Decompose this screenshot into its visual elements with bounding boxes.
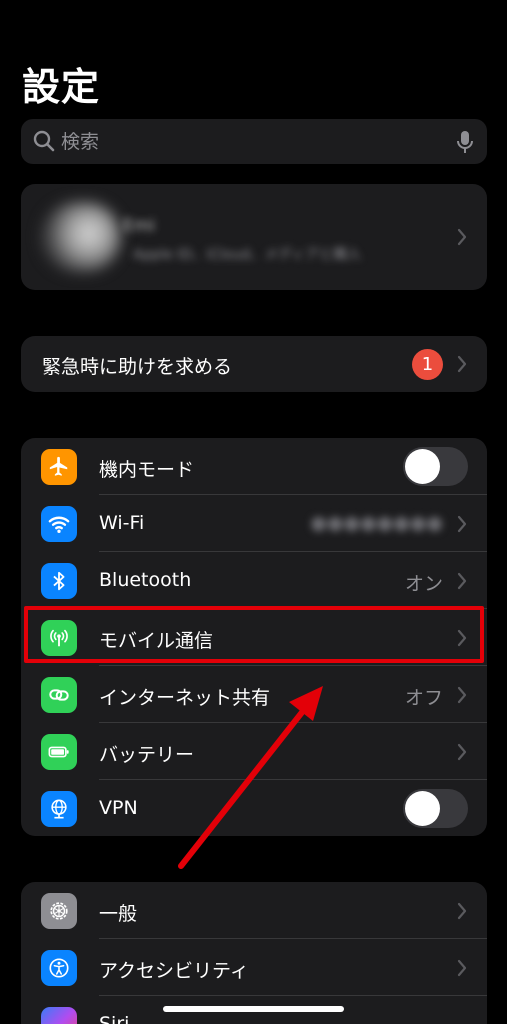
home-indicator[interactable] bbox=[163, 1006, 344, 1012]
microphone-icon[interactable] bbox=[457, 130, 473, 154]
notification-badge: 1 bbox=[412, 349, 443, 380]
page-title: 設定 bbox=[22, 65, 101, 109]
row-label: バッテリー bbox=[99, 744, 195, 766]
row-label: Siri bbox=[99, 1013, 130, 1024]
highlight-box bbox=[24, 606, 484, 663]
airplane-mode-toggle[interactable] bbox=[403, 447, 468, 486]
battery-icon bbox=[41, 734, 77, 770]
settings-row-airplane-mode[interactable]: 機内モード bbox=[21, 438, 487, 495]
settings-row-bluetooth[interactable]: Bluetooth オン bbox=[21, 552, 487, 609]
settings-row-personal-hotspot[interactable]: インターネット共有 オフ bbox=[21, 666, 487, 723]
search-input[interactable] bbox=[61, 119, 441, 164]
profile-name: Emi bbox=[123, 216, 156, 236]
row-label: 一般 bbox=[99, 903, 138, 925]
globe-icon bbox=[41, 791, 77, 827]
wifi-icon bbox=[41, 506, 77, 542]
chevron-right-icon bbox=[457, 355, 467, 373]
link-icon bbox=[41, 677, 77, 713]
row-value: オフ bbox=[404, 687, 443, 709]
gear-icon bbox=[41, 893, 77, 929]
chevron-right-icon bbox=[457, 743, 467, 761]
accessibility-icon bbox=[41, 950, 77, 986]
settings-row-battery[interactable]: バッテリー bbox=[21, 723, 487, 780]
chevron-right-icon bbox=[457, 228, 467, 246]
row-label: インターネット共有 bbox=[99, 687, 271, 709]
row-label: 機内モード bbox=[99, 459, 195, 481]
search-bar[interactable] bbox=[21, 119, 487, 164]
vpn-toggle[interactable] bbox=[403, 789, 468, 828]
row-label: Wi-Fi bbox=[99, 512, 145, 534]
emergency-help-row[interactable]: 緊急時に助けを求める 1 bbox=[21, 336, 487, 392]
bluetooth-icon bbox=[41, 563, 77, 599]
chevron-right-icon bbox=[457, 572, 467, 590]
siri-icon bbox=[41, 1007, 77, 1024]
emergency-label: 緊急時に助けを求める bbox=[42, 356, 233, 378]
row-value: オン bbox=[404, 573, 443, 595]
settings-row-wifi[interactable]: Wi-Fi ●●●●●●●● bbox=[21, 495, 487, 552]
chevron-right-icon bbox=[457, 902, 467, 920]
search-icon bbox=[33, 130, 55, 152]
airplane-icon bbox=[41, 449, 77, 485]
chevron-right-icon bbox=[457, 515, 467, 533]
row-label: アクセシビリティ bbox=[99, 960, 249, 982]
apple-id-card[interactable]: Emi Apple ID、iCloud、メディアと購入 bbox=[21, 184, 487, 290]
general-section: 一般 アクセシビリティ Siri bbox=[21, 882, 487, 1024]
profile-subtitle: Apple ID、iCloud、メディアと購入 bbox=[133, 247, 361, 263]
settings-row-vpn[interactable]: VPN bbox=[21, 780, 487, 836]
chevron-right-icon bbox=[457, 686, 467, 704]
avatar bbox=[41, 202, 121, 272]
row-label: VPN bbox=[99, 797, 138, 819]
wifi-network-name: ●●●●●●●● bbox=[310, 512, 443, 534]
settings-row-accessibility[interactable]: アクセシビリティ bbox=[21, 939, 487, 996]
chevron-right-icon bbox=[457, 959, 467, 977]
settings-row-general[interactable]: 一般 bbox=[21, 882, 487, 939]
row-label: Bluetooth bbox=[99, 569, 192, 591]
